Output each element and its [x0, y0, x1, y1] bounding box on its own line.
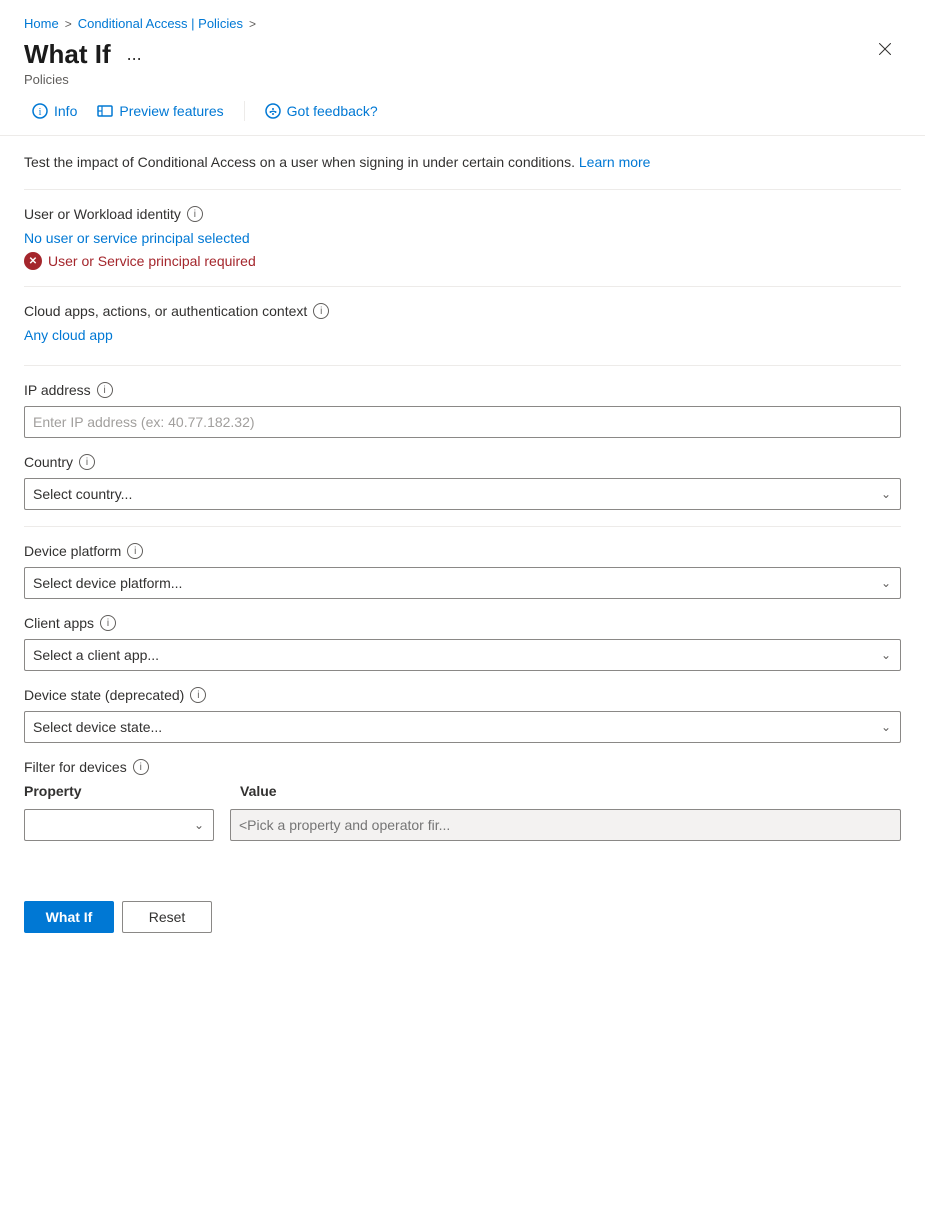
filter-devices-table: Property Value ⌄: [24, 783, 901, 841]
filter-value-header: Value: [224, 783, 901, 803]
user-identity-section: User or Workload identity i No user or s…: [24, 206, 901, 270]
device-state-label: Device state (deprecated) i: [24, 687, 901, 703]
filter-header-row: Property Value: [24, 783, 901, 803]
content-area: Test the impact of Conditional Access on…: [0, 136, 925, 873]
filter-devices-label: Filter for devices i: [24, 759, 901, 775]
close-button[interactable]: [869, 37, 901, 66]
cloud-apps-info-icon[interactable]: i: [313, 303, 329, 319]
device-platform-label-text: Device platform: [24, 543, 121, 559]
country-label-text: Country: [24, 454, 73, 470]
close-icon: [877, 41, 893, 57]
toolbar: i Info Preview features: [0, 87, 925, 136]
ip-address-section: IP address i: [24, 382, 901, 438]
description-text: Test the impact of Conditional Access on…: [24, 152, 901, 173]
country-label: Country i: [24, 454, 901, 470]
device-platform-select-wrapper: Select device platform... ⌄: [24, 567, 901, 599]
toolbar-divider: [244, 101, 245, 121]
ip-address-input[interactable]: [24, 406, 901, 438]
cloud-apps-label: Cloud apps, actions, or authentication c…: [24, 303, 901, 319]
breadcrumb-sep-1: >: [65, 17, 72, 31]
ip-address-label: IP address i: [24, 382, 901, 398]
client-apps-label: Client apps i: [24, 615, 901, 631]
feedback-label: Got feedback?: [287, 103, 378, 119]
desc-main: Test the impact of Conditional Access on…: [24, 154, 575, 170]
device-state-select-wrapper: Select device state... ⌄: [24, 711, 901, 743]
feedback-icon: [265, 103, 281, 119]
country-section: Country i Select country... ⌄: [24, 454, 901, 510]
country-info-icon[interactable]: i: [79, 454, 95, 470]
page-title: What If: [24, 39, 111, 70]
device-platform-select[interactable]: Select device platform...: [24, 567, 901, 599]
filter-property-select[interactable]: [24, 809, 214, 841]
filter-input-row: ⌄: [24, 809, 901, 841]
preview-icon: [97, 103, 113, 119]
cloud-apps-label-text: Cloud apps, actions, or authentication c…: [24, 303, 307, 319]
client-apps-label-text: Client apps: [24, 615, 94, 631]
breadcrumb-sep-2: >: [249, 17, 256, 31]
device-state-section: Device state (deprecated) i Select devic…: [24, 687, 901, 743]
user-identity-label-text: User or Workload identity: [24, 206, 181, 222]
device-state-info-icon[interactable]: i: [190, 687, 206, 703]
ip-address-info-icon[interactable]: i: [97, 382, 113, 398]
device-platform-section: Device platform i Select device platform…: [24, 543, 901, 599]
preview-features-label: Preview features: [119, 103, 223, 119]
client-apps-select-wrapper: Select a client app... ⌄: [24, 639, 901, 671]
filter-devices-info-icon[interactable]: i: [133, 759, 149, 775]
feedback-button[interactable]: Got feedback?: [257, 99, 386, 123]
title-area: What If ... Policies: [24, 39, 148, 87]
page-subtitle: Policies: [24, 72, 148, 87]
cloud-apps-section: Cloud apps, actions, or authentication c…: [24, 303, 901, 349]
user-identity-error-row: User or Service principal required: [24, 252, 901, 270]
country-select[interactable]: Select country...: [24, 478, 901, 510]
client-apps-select[interactable]: Select a client app...: [24, 639, 901, 671]
device-platform-info-icon[interactable]: i: [127, 543, 143, 559]
breadcrumb-policies[interactable]: Conditional Access | Policies: [78, 16, 243, 31]
device-state-label-text: Device state (deprecated): [24, 687, 184, 703]
divider-4: [24, 526, 901, 527]
filter-property-select-wrapper: ⌄: [24, 809, 214, 841]
user-identity-label: User or Workload identity i: [24, 206, 901, 222]
filter-devices-section: Filter for devices i Property Value ⌄: [24, 759, 901, 841]
client-apps-section: Client apps i Select a client app... ⌄: [24, 615, 901, 671]
filter-value-input[interactable]: [230, 809, 901, 841]
info-button[interactable]: i Info: [24, 99, 85, 123]
filter-devices-label-text: Filter for devices: [24, 759, 127, 775]
breadcrumb: Home > Conditional Access | Policies >: [0, 0, 925, 35]
what-if-button[interactable]: What If: [24, 901, 114, 933]
divider-2: [24, 286, 901, 287]
device-state-select[interactable]: Select device state...: [24, 711, 901, 743]
svg-text:i: i: [39, 107, 42, 118]
what-if-panel: Home > Conditional Access | Policies > W…: [0, 0, 925, 1230]
title-row: What If ...: [24, 39, 148, 70]
breadcrumb-home[interactable]: Home: [24, 16, 59, 31]
error-icon: [24, 252, 42, 270]
user-identity-error-text: User or Service principal required: [48, 253, 256, 269]
ellipsis-button[interactable]: ...: [121, 42, 148, 67]
user-identity-link[interactable]: No user or service principal selected: [24, 230, 250, 246]
client-apps-info-icon[interactable]: i: [100, 615, 116, 631]
divider-1: [24, 189, 901, 190]
info-label: Info: [54, 103, 77, 119]
reset-button[interactable]: Reset: [122, 901, 212, 933]
learn-more-link[interactable]: Learn more: [579, 154, 651, 170]
filter-property-header: Property: [24, 783, 224, 803]
cloud-apps-value[interactable]: Any cloud app: [24, 327, 113, 343]
ip-address-label-text: IP address: [24, 382, 91, 398]
device-platform-label: Device platform i: [24, 543, 901, 559]
footer-buttons: What If Reset: [0, 881, 925, 953]
user-identity-info-icon[interactable]: i: [187, 206, 203, 222]
divider-3: [24, 365, 901, 366]
info-icon: i: [32, 103, 48, 119]
panel-header: What If ... Policies: [0, 35, 925, 87]
country-select-wrapper: Select country... ⌄: [24, 478, 901, 510]
preview-features-button[interactable]: Preview features: [89, 99, 231, 123]
